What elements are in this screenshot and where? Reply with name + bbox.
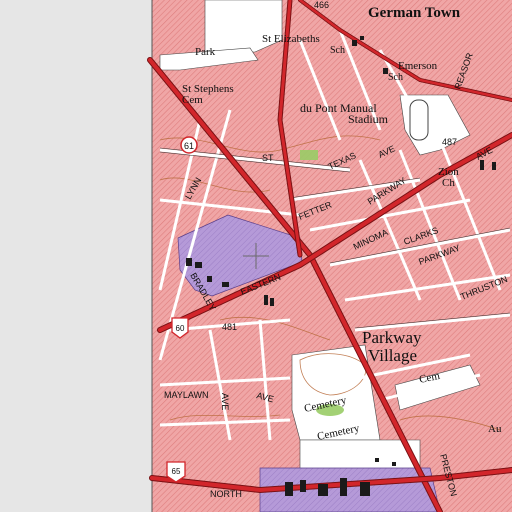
german-town-label: German Town bbox=[368, 5, 461, 21]
cem-label-1: Cem bbox=[182, 94, 203, 106]
route-61-shield: 61 bbox=[180, 136, 198, 154]
st-street-label: ST bbox=[262, 153, 274, 163]
ch-label: Ch bbox=[442, 177, 455, 189]
map-margin bbox=[0, 0, 152, 512]
ave-label-3: AVE bbox=[220, 393, 230, 410]
topographic-map[interactable]: 61 60 65 German Town St Elizabeths Sch E… bbox=[0, 0, 512, 512]
sch-label-2: Sch bbox=[388, 72, 403, 83]
st-elizabeths-label: St Elizabeths bbox=[262, 33, 320, 45]
route-487-label: 487 bbox=[442, 137, 457, 147]
route-466-label: 466 bbox=[314, 0, 329, 10]
maylawn-street-label: MAYLAWN bbox=[164, 390, 209, 400]
parkway-village-label-1: Parkway bbox=[362, 328, 422, 347]
north-street-label: NORTH bbox=[210, 489, 242, 499]
route-481-label: 481 bbox=[222, 322, 237, 332]
sch-label-1: Sch bbox=[330, 45, 345, 56]
svg-text:65: 65 bbox=[172, 467, 181, 476]
park-label: Park bbox=[195, 46, 216, 58]
svg-text:60: 60 bbox=[176, 324, 185, 333]
au-label: Au bbox=[488, 423, 502, 435]
stadium-label: Stadium bbox=[348, 112, 389, 126]
parkway-village-label-2: Village bbox=[368, 346, 417, 365]
svg-text:61: 61 bbox=[184, 141, 194, 151]
emerson-label: Emerson bbox=[398, 60, 438, 72]
